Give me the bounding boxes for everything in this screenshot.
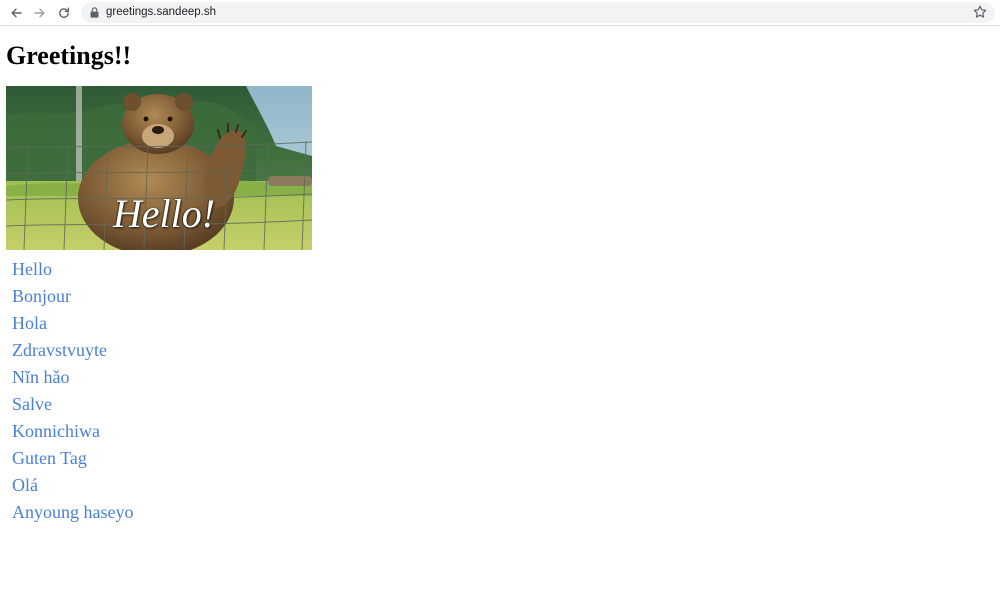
- greeting-link[interactable]: Guten Tag: [12, 448, 87, 468]
- greeting-link[interactable]: Bonjour: [12, 286, 71, 306]
- back-button[interactable]: [7, 4, 25, 22]
- greeting-link[interactable]: Nǐn hǎo: [12, 367, 70, 387]
- greeting-link[interactable]: Salve: [12, 394, 52, 414]
- browser-toolbar: greetings.sandeep.sh: [0, 0, 1000, 26]
- greeting-link[interactable]: Konnichiwa: [12, 421, 100, 441]
- list-item: Anyoung haseyo: [12, 499, 133, 526]
- list-item: Hola: [12, 310, 133, 337]
- list-item: Salve: [12, 391, 133, 418]
- url-text: greetings.sandeep.sh: [106, 6, 216, 18]
- hero-caption: Hello!: [112, 191, 216, 236]
- hero-gif: Hello!: [6, 86, 312, 250]
- reload-icon: [59, 7, 70, 19]
- list-item: Bonjour: [12, 283, 133, 310]
- reload-button[interactable]: [55, 4, 73, 22]
- arrow-right-icon: [34, 8, 45, 18]
- list-item: Zdravstvuyte: [12, 337, 133, 364]
- page-content: Greetings!! Hello! Hello Bonjour Hola Zd…: [0, 27, 1000, 607]
- list-item: Guten Tag: [12, 445, 133, 472]
- greeting-link[interactable]: Hola: [12, 313, 47, 333]
- list-item: Konnichiwa: [12, 418, 133, 445]
- greeting-link[interactable]: Olá: [12, 475, 38, 495]
- lock-icon: [90, 7, 99, 18]
- greeting-list: Hello Bonjour Hola Zdravstvuyte Nǐn hǎo …: [12, 256, 133, 526]
- greeting-link[interactable]: Zdravstvuyte: [12, 340, 107, 360]
- greeting-link[interactable]: Anyoung haseyo: [12, 502, 133, 522]
- greeting-link[interactable]: Hello: [12, 259, 52, 279]
- page-title: Greetings!!: [6, 41, 132, 70]
- list-item: Hello: [12, 256, 133, 283]
- list-item: Olá: [12, 472, 133, 499]
- address-bar[interactable]: greetings.sandeep.sh: [81, 2, 995, 23]
- list-item: Nǐn hǎo: [12, 364, 133, 391]
- arrow-left-icon: [11, 8, 22, 18]
- forward-button[interactable]: [31, 4, 49, 22]
- star-icon[interactable]: [973, 5, 987, 19]
